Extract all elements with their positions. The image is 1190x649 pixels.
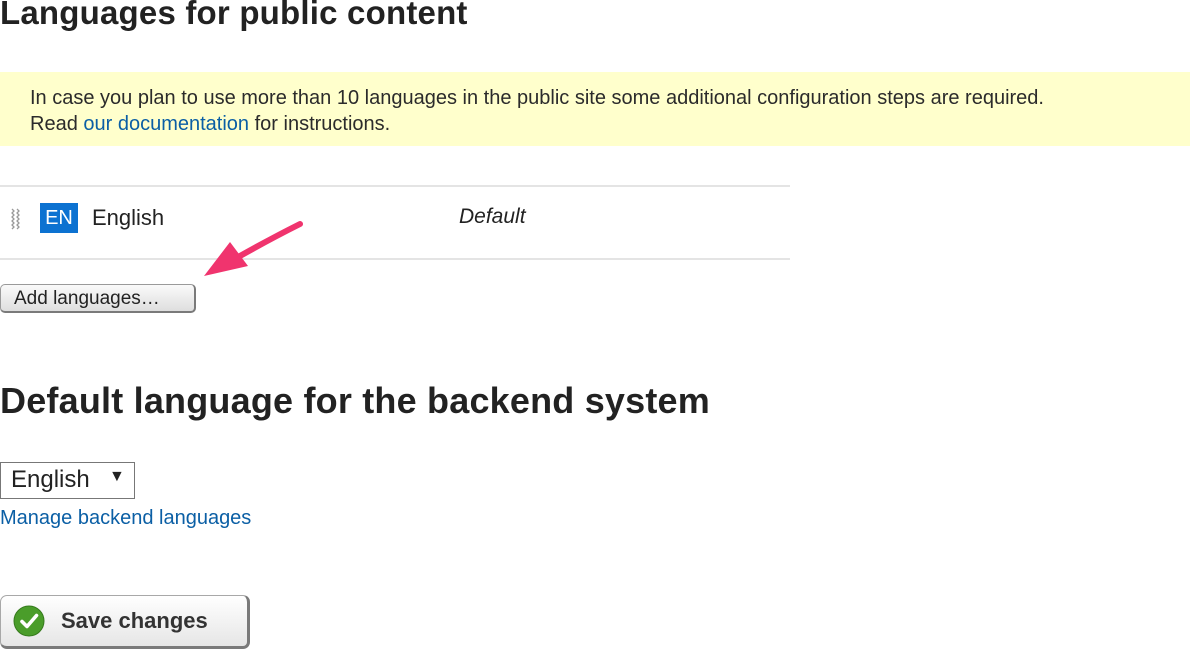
notice-read-text: Read [30,113,78,135]
language-name: English [92,205,165,230]
page: Languages for public content In case you… [0,0,1190,649]
backend-language-heading: Default language for the backend system [0,380,710,421]
backend-language-select[interactable]: English ▼ [0,462,135,499]
save-changes-button[interactable]: Save changes [0,595,250,649]
public-language-list: EN English Default [0,185,790,260]
notice-after-text: for instructions. [254,113,391,135]
notice-banner: In case you plan to use more than 10 lan… [0,72,1190,146]
default-language-label: Default [459,205,526,228]
arrow-annotation-icon [204,221,303,276]
save-button-label: Save changes [61,608,208,633]
notice-text: In case you plan to use more than 10 lan… [30,87,1044,109]
selected-language: English [11,466,90,493]
documentation-link[interactable]: our documentation [83,113,249,135]
add-languages-button[interactable]: Add languages… [0,284,196,313]
drag-handle-icon[interactable] [10,207,22,231]
manage-backend-languages-link[interactable]: Manage backend languages [0,507,251,530]
public-languages-heading: Languages for public content [0,0,468,31]
language-code-badge: EN [40,203,78,233]
checkmark-icon [13,605,45,637]
caret-down-icon: ▼ [109,468,125,485]
